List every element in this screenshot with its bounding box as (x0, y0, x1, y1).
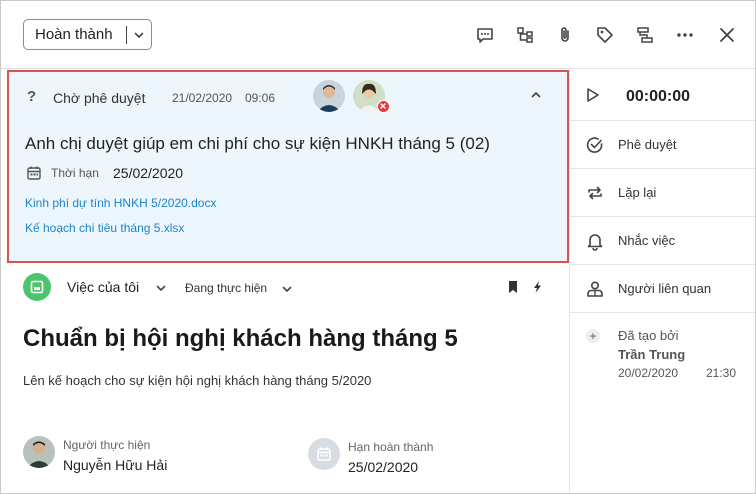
chevron-down-icon[interactable] (155, 281, 167, 299)
repeat-icon (585, 183, 605, 203)
task-category-icon[interactable] (23, 273, 51, 301)
task-title: Chuẩn bị hội nghị khách hàng tháng 5 (23, 325, 458, 352)
task-description: Lên kế hoạch cho sự kiện hội nghị khách … (23, 373, 372, 388)
calendar-icon[interactable] (308, 438, 340, 470)
assignee-name[interactable]: Nguyễn Hữu Hải (63, 457, 167, 473)
calendar-icon (26, 165, 42, 186)
approval-title: Anh chị duyệt giúp em chi phí cho sự kiệ… (25, 134, 490, 153)
subtask-icon[interactable] (513, 23, 537, 47)
header-bar: Hoàn thành (1, 1, 755, 69)
deadline-value: 25/02/2020 (113, 165, 184, 181)
requester-avatar[interactable] (313, 80, 345, 112)
attachment-link-xlsx[interactable]: Kế hoạch chi tiêu tháng 5.xlsx (25, 221, 184, 235)
more-icon[interactable] (673, 23, 697, 47)
chevron-down-icon[interactable] (127, 29, 151, 41)
created-label: Đã tạo bởi (618, 328, 679, 343)
timer-value: 00:00:00 (626, 88, 691, 105)
repeat-action[interactable]: Lặp lại (570, 169, 755, 217)
task-detail-window: Hoàn thành ? Chờ phê duyệt 21/02/2020 09… (0, 0, 756, 494)
workflow-icon[interactable] (633, 23, 657, 47)
status-dropdown-label: Hoàn thành (35, 26, 113, 43)
assignee-label: Người thực hiện (63, 438, 151, 452)
assignee-avatar[interactable] (23, 436, 55, 468)
related-people-action[interactable]: Người liên quan (570, 265, 755, 313)
approve-icon (585, 135, 605, 155)
task-meta-bar: Việc của tôi Đang thực hiện (23, 273, 553, 303)
bookmark-icon[interactable] (507, 280, 519, 299)
flash-icon[interactable] (531, 280, 543, 299)
bell-icon (585, 231, 605, 251)
pending-status-icon: ? (27, 88, 37, 105)
due-date-label: Hạn hoàn thành (348, 440, 434, 454)
play-icon[interactable] (585, 87, 601, 108)
chevron-up-icon[interactable] (529, 88, 543, 107)
related-people-label: Người liên quan (618, 281, 712, 296)
people-icon (585, 279, 605, 299)
approval-status: Chờ phê duyệt (53, 90, 146, 106)
attachment-icon[interactable] (553, 23, 577, 47)
rejected-badge-icon (377, 100, 390, 113)
repeat-label: Lặp lại (618, 185, 657, 200)
reminder-action[interactable]: Nhắc việc (570, 217, 755, 265)
close-icon[interactable] (715, 23, 739, 47)
due-date-value[interactable]: 25/02/2020 (348, 459, 418, 475)
deadline-label: Thời hạn (51, 166, 99, 180)
approve-label: Phê duyệt (618, 137, 677, 152)
created-by: Trần Trung (618, 347, 686, 362)
right-panel: 00:00:00 Phê duyệt Lặp lại Nhắc việc Ngư (569, 69, 755, 493)
tag-icon[interactable] (593, 23, 617, 47)
created-time: 21:30 (706, 366, 737, 380)
timer-row: 00:00:00 (570, 69, 755, 121)
status-dropdown[interactable]: Hoàn thành (23, 19, 152, 50)
approval-request-card[interactable]: ? Chờ phê duyệt 21/02/2020 09:06 Anh chị… (7, 70, 569, 263)
task-category-dropdown[interactable]: Việc của tôi (67, 279, 139, 295)
approve-action[interactable]: Phê duyệt (570, 121, 755, 169)
chevron-down-icon[interactable] (281, 282, 293, 300)
approval-date: 21/02/2020 (172, 91, 233, 105)
task-progress-dropdown[interactable]: Đang thực hiện (185, 281, 267, 295)
plus-icon: + (586, 329, 600, 343)
reminder-label: Nhắc việc (618, 233, 676, 248)
approval-time: 09:06 (245, 91, 276, 105)
created-date: 20/02/2020 (618, 366, 679, 380)
attachment-link-docx[interactable]: Kinh phí dự tính HNKH 5/2020.docx (25, 196, 216, 210)
comment-icon[interactable] (473, 23, 497, 47)
